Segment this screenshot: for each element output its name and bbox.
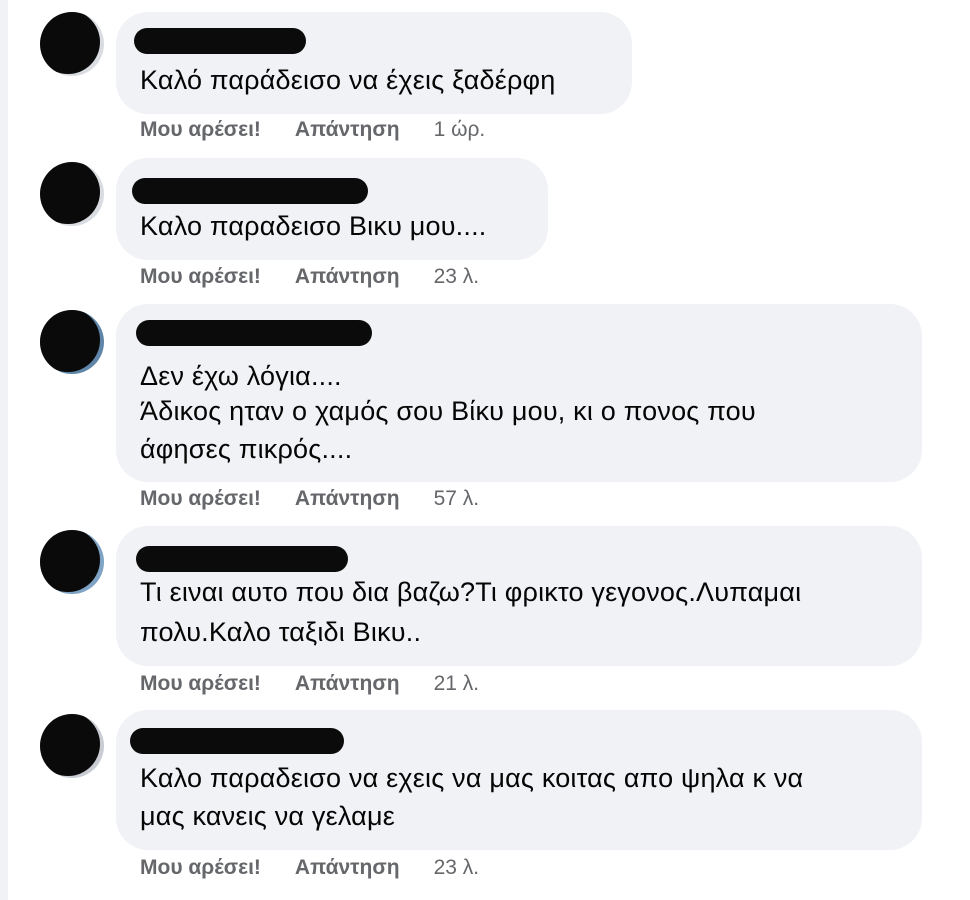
comment-text-line: Τι ειναι αυτο που δια βαζω?Τι φρικτο γεγ… [140,577,802,607]
comment-bubble: Τι ειναι αυτο που δια βαζω?Τι φρικτο γεγ… [116,526,922,666]
comment-bubble: Καλο παραδεισο Βικυ μου.... [116,158,548,260]
comment-text-line: μας κανεις να γελαμε [140,801,395,831]
reply-button[interactable]: Απάντηση [295,856,400,880]
like-button[interactable]: Μου αρέσει! [140,265,261,289]
comment-timestamp[interactable]: 23 λ. [434,265,480,289]
reply-button[interactable]: Απάντηση [295,118,400,142]
comment-timestamp[interactable]: 57 λ. [434,487,480,511]
comment-bubble: Καλό παράδεισο να έχεις ξαδέρφη [116,12,632,114]
author-name-redacted[interactable] [130,728,344,754]
author-name-redacted[interactable] [132,178,368,204]
avatar-redaction [40,162,100,224]
reply-button[interactable]: Απάντηση [295,265,400,289]
comment-timestamp[interactable]: 21 λ. [434,672,480,696]
avatar-redaction [40,714,100,776]
avatar[interactable] [40,310,104,374]
avatar[interactable] [40,530,104,594]
author-name-redacted[interactable] [136,546,348,572]
comment-text-line: Καλο παραδεισο Βικυ μου.... [140,211,487,241]
comment-text-line: Άδικος ηταν ο χαμός σου Βίκυ μου, κι ο π… [140,396,756,426]
comment-actions: Μου αρέσει! Απάντηση 23 λ. [140,856,479,880]
comment-bubble: Δεν έχω λόγια.... Άδικος ηταν ο χαμός σο… [116,304,922,482]
avatar-redaction [40,12,100,74]
comment-text-line: Καλο παραδεισο να εχεις να μας κοιτας απ… [140,763,804,793]
comment-bubble: Καλο παραδεισο να εχεις να μας κοιτας απ… [116,710,922,850]
avatar[interactable] [40,714,104,778]
comment-text-line: πολυ.Καλο ταξιδι Βικυ.. [140,617,422,647]
avatar-redaction [40,530,100,592]
author-name-redacted[interactable] [134,28,306,54]
author-name-redacted[interactable] [136,320,372,346]
like-button[interactable]: Μου αρέσει! [140,672,261,696]
reply-button[interactable]: Απάντηση [295,487,400,511]
left-divider [0,0,8,900]
comment-actions: Μου αρέσει! Απάντηση 57 λ. [140,487,479,511]
comment-timestamp[interactable]: 1 ώρ. [434,118,486,142]
comment-text-line: άφησες πικρός.... [140,434,353,464]
comment-actions: Μου αρέσει! Απάντηση 1 ώρ. [140,118,485,142]
comment-text-line: Δεν έχω λόγια.... [140,361,342,391]
comment-actions: Μου αρέσει! Απάντηση 21 λ. [140,672,479,696]
like-button[interactable]: Μου αρέσει! [140,856,261,880]
like-button[interactable]: Μου αρέσει! [140,118,261,142]
comment-text-line: Καλό παράδεισο να έχεις ξαδέρφη [140,65,556,95]
like-button[interactable]: Μου αρέσει! [140,487,261,511]
avatar[interactable] [40,162,104,226]
reply-button[interactable]: Απάντηση [295,672,400,696]
comment-timestamp[interactable]: 23 λ. [434,856,480,880]
comment-actions: Μου αρέσει! Απάντηση 23 λ. [140,265,479,289]
avatar-redaction [40,310,100,372]
avatar[interactable] [40,12,104,76]
